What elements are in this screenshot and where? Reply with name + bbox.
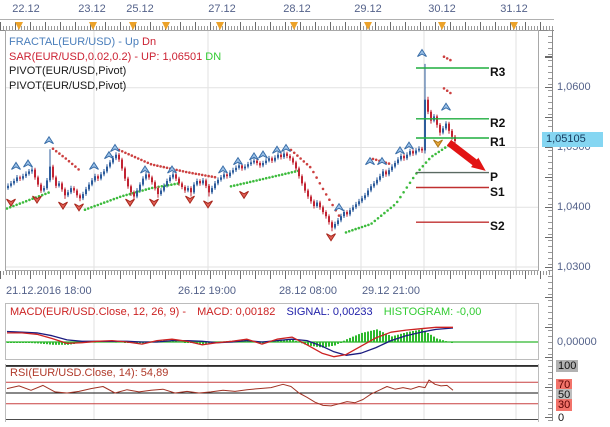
legend-pivot-1: PIVOT(EUR/USD,Pivot) [9,64,221,79]
rsi-scale-label-100: 100 [556,360,578,372]
trading-chart-window: 22.12 23.12 25.12 27.12 28.12 29.12 30.12 31.12… [0,0,610,427]
macd-value: MACD: 0,00182 [197,306,275,318]
date-tick-label: 22.12 [12,3,40,15]
legend-pivot-2: PIVOT(EUR/USD,Pivot) [9,79,221,94]
signal-value: SIGNAL: 0,00233 [286,306,372,318]
bottom-time-ruler[interactable] [0,271,554,281]
date-marker-icon [510,22,518,30]
macd-legend: MACD(EUR/USD.Close, 12, 26, 9) - MACD: 0… [10,306,489,318]
fractal-dn-label: Dn [142,36,156,48]
legend-fractal: FRACTAL(EUR/USD) - Up Dn [9,35,221,50]
pivot-label-s2: S2 [490,219,505,233]
pivot-label-r1: R1 [490,135,505,149]
date-marker-icon [216,22,224,30]
pivot-label-r3: R3 [490,65,505,79]
sar-up-value: UP: 1,06501 [141,51,202,63]
date-tick-label: 27.12 [208,3,236,15]
date-marker-icon [438,22,446,30]
rsi-scale-label-0: 0 [556,412,566,424]
fractal-up-label: Up [125,36,139,48]
macd-zero-label: 0,00000 [557,336,597,348]
pivot-label-s1: S1 [490,185,505,199]
date-marker-icon [364,22,372,30]
pivot-label-r2: R2 [490,116,505,130]
price-tick-label: 1,0300 [557,261,591,273]
date-tick-label: 30.12 [428,3,456,15]
date-tick-label: 25.12 [126,3,154,15]
time-tick-label: 26.12 19:00 [178,285,236,297]
histogram-value: HISTOGRAM: -0,00 [384,306,482,318]
fractal-label: FRACTAL(EUR/USD) - [9,36,122,48]
pivot-label-p: P [490,170,498,184]
sar-dn-label: DN [205,51,221,63]
indicator-legend: FRACTAL(EUR/USD) - Up Dn SAR(EUR/USD,0.0… [9,35,221,93]
price-tick-label: 1,0600 [557,81,591,93]
price-ruler[interactable] [545,30,553,421]
date-tick-label: 29.12 [354,3,382,15]
legend-sar: SAR(EUR/USD,0.02,0.2) - UP: 1,06501 DN [9,50,221,65]
sar-label: SAR(EUR/USD,0.02,0.2) - [9,51,138,63]
date-tick-label: 23.12 [78,3,106,15]
current-price-badge: 1,05105 [542,132,603,147]
time-tick-label: 29.12 21:00 [362,285,420,297]
time-tick-label: 21.12.2016 18:00 [6,285,92,297]
date-marker-icon [162,22,170,30]
price-tick-label: 1,0400 [557,201,591,213]
date-marker-icon [15,22,23,30]
date-tick-label: 28.12 [283,3,311,15]
rsi-legend: RSI(EUR/USD.Close, 14): 54,89 [10,367,168,379]
date-marker-icon [290,22,298,30]
date-marker-icon [89,22,97,30]
date-tick-label: 31.12 [500,3,528,15]
date-marker-icon [129,22,137,30]
macd-title-label: MACD(EUR/USD.Close, 12, 26, 9) - [10,306,186,318]
rsi-scale-label-30: 30 [556,399,572,411]
time-tick-label: 28.12 08:00 [279,285,337,297]
